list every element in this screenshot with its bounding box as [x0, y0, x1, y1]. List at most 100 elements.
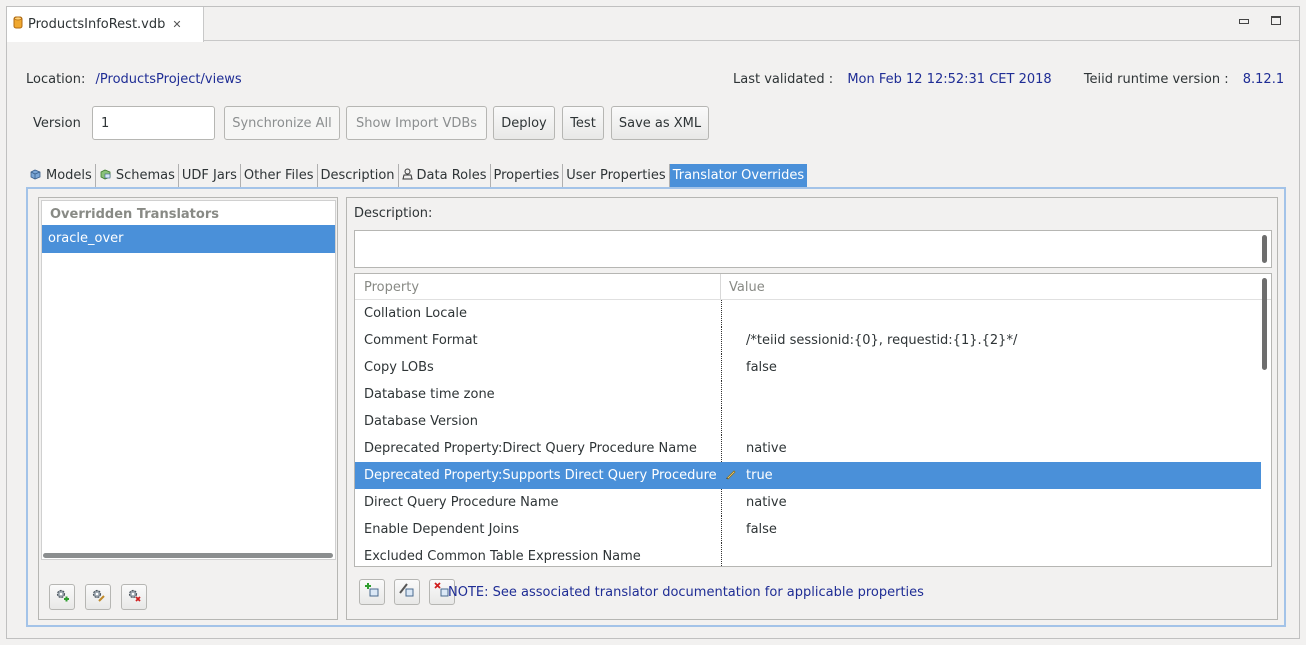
property-value-cell[interactable]: [721, 381, 746, 408]
location-value[interactable]: /ProductsProject/views: [96, 72, 242, 87]
table-scrollbar[interactable]: [1262, 278, 1267, 370]
add-property-button[interactable]: [359, 579, 385, 605]
add-translator-button[interactable]: [49, 584, 75, 610]
runtime-version-label: Teiid runtime version :: [1083, 72, 1229, 87]
property-name-cell: Deprecated Property:Direct Query Procedu…: [364, 441, 697, 456]
table-row[interactable]: Deprecated Property:Supports Direct Quer…: [355, 462, 1261, 489]
tab-label: Models: [46, 168, 92, 183]
tab-label: Other Files: [243, 168, 314, 183]
edit-translator-button[interactable]: [85, 584, 111, 610]
tab-description[interactable]: Description: [317, 164, 399, 187]
tab-label: UDF Jars: [181, 168, 237, 183]
close-icon[interactable]: ✕: [172, 18, 181, 31]
property-name-cell: Database Version: [364, 414, 478, 429]
property-value-cell[interactable]: native: [721, 435, 787, 462]
gear-add-icon: [54, 587, 70, 607]
editor-tab-bar: ProductsInfoRest.vdb ✕: [7, 7, 1299, 42]
vdb-tabs: Models Schemas UDF Jars Other Files Desc…: [26, 164, 808, 187]
tab-label: User Properties: [566, 168, 666, 183]
tab-translator-overrides[interactable]: Translator Overrides: [669, 164, 808, 187]
table-row[interactable]: Comment Format /*teiid sessionid:{0}, req…: [355, 327, 1261, 354]
table-row[interactable]: Database Version: [355, 408, 1261, 435]
property-name-cell: Deprecated Property:Supports Direct Quer…: [364, 468, 717, 483]
tab-schemas[interactable]: Schemas: [95, 164, 179, 187]
column-header-property[interactable]: Property: [355, 274, 721, 299]
minimize-icon[interactable]: [1239, 19, 1249, 24]
property-name-cell: Collation Locale: [364, 306, 467, 321]
tab-label: Properties: [493, 168, 560, 183]
show-import-vdbs-button[interactable]: Show Import VDBs: [346, 106, 487, 140]
column-divider: [721, 300, 722, 327]
editor-tab[interactable]: ProductsInfoRest.vdb ✕: [7, 7, 204, 42]
remove-translator-button[interactable]: [121, 584, 147, 610]
overridden-translators-list: Overridden Translators oracle_over: [41, 200, 336, 560]
property-name-cell: Comment Format: [364, 333, 478, 348]
table-row[interactable]: Copy LOBs false: [355, 354, 1261, 381]
property-value-cell[interactable]: false: [721, 354, 777, 381]
column-divider: [721, 543, 722, 566]
tab-data-roles[interactable]: Data Roles: [398, 164, 491, 187]
schemas-icon: [99, 168, 112, 183]
property-value-cell[interactable]: /*teiid sessionid:{0}, requestid:{1}.{2}…: [721, 327, 1017, 354]
column-divider: [721, 435, 722, 462]
overridden-translators-panel: Overridden Translators oracle_over: [38, 197, 338, 620]
properties-table: Property Value Collation Locale Comment F…: [354, 273, 1272, 567]
location-label: Location:: [26, 72, 86, 87]
tab-label: Schemas: [115, 168, 175, 183]
test-button[interactable]: Test: [562, 106, 604, 140]
column-divider: [721, 489, 722, 516]
column-divider: [721, 408, 722, 435]
property-value-cell[interactable]: [721, 300, 746, 327]
property-value-cell[interactable]: [721, 408, 746, 435]
synchronize-all-button[interactable]: Synchronize All: [224, 106, 340, 140]
description-field[interactable]: [354, 230, 1272, 268]
property-value-cell[interactable]: [721, 543, 746, 566]
column-divider: [721, 354, 722, 381]
property-value-cell[interactable]: native: [721, 489, 787, 516]
column-divider: [721, 516, 722, 543]
column-divider: [721, 327, 722, 354]
table-row[interactable]: Enable Dependent Joins false: [355, 516, 1261, 543]
property-name-cell: Database time zone: [364, 387, 495, 402]
tab-label: Description: [320, 168, 395, 183]
location-row: Location: /ProductsProject/views: [26, 72, 242, 87]
table-row[interactable]: Collation Locale: [355, 300, 1261, 327]
tab-other-files[interactable]: Other Files: [240, 164, 318, 187]
pencil-icon[interactable]: [725, 468, 737, 483]
table-body: Collation Locale Comment Format /*teiid se…: [355, 300, 1271, 566]
tab-properties[interactable]: Properties: [490, 164, 564, 187]
description-label: Description:: [354, 206, 433, 221]
last-validated-label: Last validated :: [733, 72, 834, 87]
note-text: NOTE: See associated translator document…: [448, 585, 924, 600]
deploy-button[interactable]: Deploy: [493, 106, 555, 140]
horizontal-scrollbar[interactable]: [43, 553, 333, 558]
maximize-icon[interactable]: [1271, 16, 1281, 25]
column-header-value[interactable]: Value: [721, 274, 765, 299]
property-name-cell: Copy LOBs: [364, 360, 434, 375]
description-scrollbar[interactable]: [1262, 235, 1267, 263]
tab-user-properties[interactable]: User Properties: [563, 164, 670, 187]
list-header: Overridden Translators: [50, 207, 219, 222]
gear-edit-icon: [90, 587, 106, 607]
property-value-cell[interactable]: false: [721, 516, 777, 543]
property-name-cell: Enable Dependent Joins: [364, 522, 520, 537]
validation-row: Last validated : Mon Feb 12 12:52:31 CET…: [733, 72, 1284, 87]
tab-label: Data Roles: [416, 168, 487, 183]
edit-property-button[interactable]: [394, 579, 420, 605]
table-row[interactable]: Database time zone: [355, 381, 1261, 408]
property-name-cell: Direct Query Procedure Name: [364, 495, 559, 510]
data-roles-icon: [401, 168, 413, 183]
add-property-icon: [364, 582, 380, 602]
table-row[interactable]: Direct Query Procedure Name native: [355, 489, 1261, 516]
version-input[interactable]: [92, 106, 215, 140]
save-as-xml-button[interactable]: Save as XML: [611, 106, 709, 140]
runtime-version-value: 8.12.1: [1242, 72, 1285, 87]
table-row[interactable]: Excluded Common Table Expression Name: [355, 543, 1261, 566]
table-row[interactable]: Deprecated Property:Direct Query Procedu…: [355, 435, 1261, 462]
tab-udf-jars[interactable]: UDF Jars: [178, 164, 241, 187]
list-item[interactable]: oracle_over: [42, 225, 335, 253]
tab-label: Translator Overrides: [672, 168, 805, 183]
tab-models[interactable]: Models: [26, 164, 96, 187]
models-icon: [29, 168, 42, 183]
column-divider: [721, 381, 722, 408]
